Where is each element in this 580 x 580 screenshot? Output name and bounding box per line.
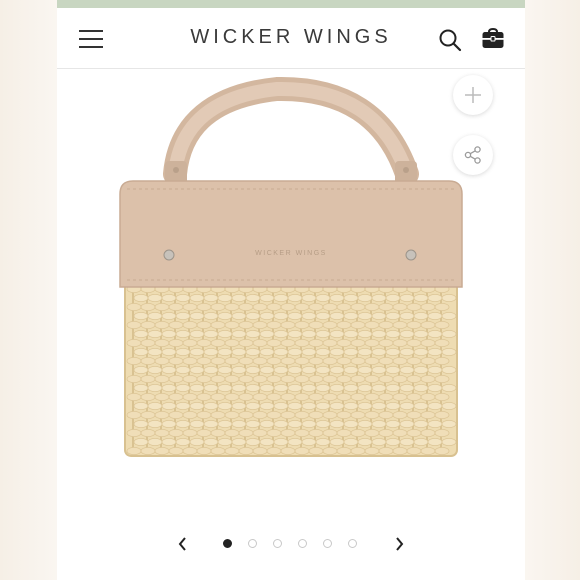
flap-imprint: WICKER WINGS <box>255 250 327 257</box>
plus-icon <box>465 87 481 103</box>
site-header: WICKER WINGS <box>57 8 525 69</box>
carousel-dot[interactable] <box>223 539 232 548</box>
search-icon[interactable] <box>438 28 462 52</box>
carousel-dot[interactable] <box>348 539 357 548</box>
carousel-dot[interactable] <box>298 539 307 548</box>
background-left <box>0 0 57 580</box>
image-carousel-controls <box>57 530 525 560</box>
carousel-dot[interactable] <box>248 539 257 548</box>
hamburger-menu-icon[interactable] <box>79 30 103 48</box>
background-right <box>523 0 580 580</box>
chevron-right-icon[interactable] <box>389 534 409 554</box>
chevron-left-icon[interactable] <box>173 534 193 554</box>
product-image[interactable]: WICKER WINGS <box>57 69 525 519</box>
add-button[interactable] <box>453 75 493 115</box>
share-icon <box>464 146 481 164</box>
top-accent-bar <box>57 0 525 8</box>
app-screen: WICKER WINGS WICKER WINGS <box>57 0 525 580</box>
carousel-dot[interactable] <box>323 539 332 548</box>
share-button[interactable] <box>453 135 493 175</box>
carousel-dot[interactable] <box>273 539 282 548</box>
brand-logo[interactable]: WICKER WINGS <box>177 26 405 49</box>
bag-icon[interactable] <box>481 27 505 50</box>
wicker-bag-image: WICKER WINGS <box>119 76 463 457</box>
